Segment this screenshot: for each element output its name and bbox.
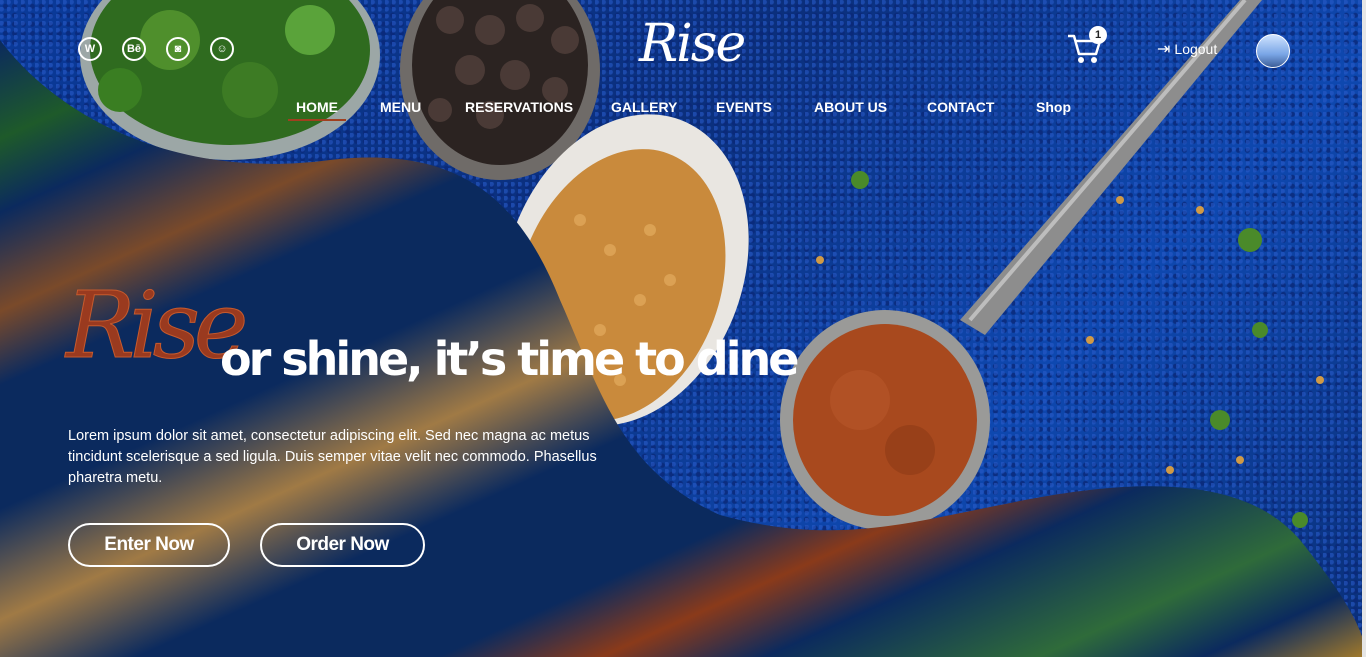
logout-link[interactable]: ⇥ Logout (1157, 39, 1217, 59)
enter-now-button[interactable]: Enter Now (68, 523, 230, 567)
instagram-icon[interactable]: ◙ (166, 37, 190, 61)
social-links: W Bē ◙ ☺ (78, 37, 234, 61)
hero-description: Lorem ipsum dolor sit amet, consectetur … (68, 428, 597, 486)
hero-tagline: or shine, it’s time to dine (220, 332, 799, 386)
nav-gallery[interactable]: GALLERY (611, 99, 677, 115)
user-avatar[interactable] (1256, 34, 1290, 68)
nav-about-us[interactable]: ABOUT US (814, 99, 887, 115)
logout-icon: ⇥ (1157, 41, 1171, 58)
cart-count-badge: 1 (1089, 26, 1107, 44)
behance-icon[interactable]: Bē (122, 37, 146, 61)
hero-brand-word: Rise (65, 272, 248, 379)
nav-contact[interactable]: CONTACT (927, 99, 994, 115)
nav-shop[interactable]: Shop (1036, 99, 1071, 115)
nav-reservations[interactable]: RESERVATIONS (465, 99, 573, 115)
nav-home[interactable]: HOME (288, 99, 346, 121)
nav-events[interactable]: EVENTS (716, 99, 772, 115)
snapchat-icon[interactable]: ☺ (210, 37, 234, 61)
site-logo[interactable]: Rise (639, 14, 746, 74)
logout-label: Logout (1174, 41, 1218, 57)
page-scrollbar[interactable] (1362, 0, 1366, 657)
nav-menu[interactable]: MENU (380, 99, 421, 115)
vk-icon[interactable]: W (78, 37, 102, 61)
order-now-button[interactable]: Order Now (260, 523, 425, 567)
